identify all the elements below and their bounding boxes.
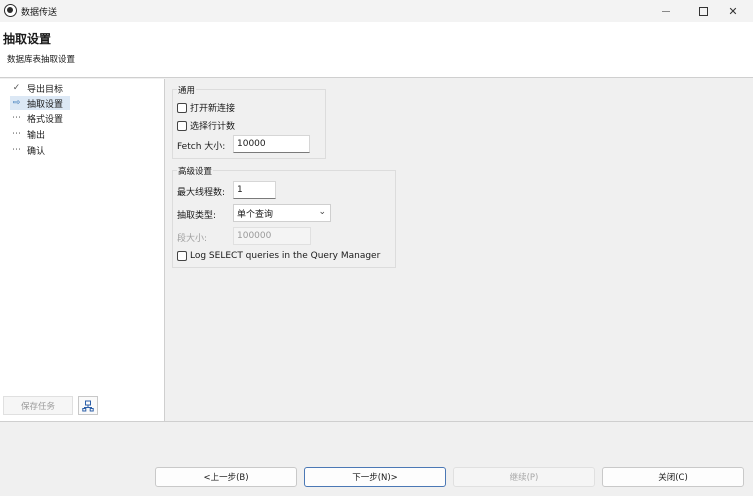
network-save-icon — [82, 400, 94, 411]
close-window-button[interactable]: ✕ — [713, 0, 753, 22]
wizard-steps-pane: ✓ 导出目标 ⇨ 抽取设置 ⋯ 格式设置 ⋯ 输出 ⋯ 确认 — [0, 79, 165, 421]
minimize-button[interactable] — [646, 0, 686, 22]
save-task-button[interactable]: 保存任务 — [3, 396, 73, 415]
close-icon: ✕ — [728, 4, 738, 18]
app-icon — [4, 4, 17, 17]
step-extract-settings[interactable]: ⇨ 抽取设置 — [10, 96, 70, 110]
max-threads-label: 最大线程数: — [177, 188, 226, 198]
ellipsis-icon: ⋯ — [12, 145, 21, 155]
proceed-button[interactable]: 继续(P) — [453, 467, 595, 487]
fetch-size-label: Fetch 大小: — [177, 142, 226, 152]
max-threads-input[interactable]: 1 — [233, 181, 276, 199]
arrow-right-icon: ⇨ — [12, 98, 21, 108]
wizard-header: 抽取设置 数据库表抽取设置 — [0, 22, 753, 78]
save-options-button[interactable] — [78, 396, 98, 415]
check-icon: ✓ — [12, 83, 21, 93]
step-output[interactable]: ⋯ 输出 — [10, 127, 70, 141]
extract-type-select[interactable]: 单个查询 ⌄ — [233, 204, 331, 222]
checkbox-box — [177, 102, 187, 113]
checkbox-label: Log SELECT queries in the Query Manager — [190, 251, 381, 261]
step-format-settings[interactable]: ⋯ 格式设置 — [10, 111, 70, 125]
step-label: 导出目标 — [27, 84, 64, 95]
segment-size-label: 段大小: — [177, 234, 208, 244]
title-bar: 数据传送 ✕ — [0, 0, 753, 22]
fetch-size-input[interactable]: 10000 — [233, 135, 310, 153]
window-title: 数据传送 — [21, 8, 58, 18]
close-button[interactable]: 关闭(C) — [602, 467, 744, 487]
select-row-count-checkbox[interactable]: 选择行计数 — [177, 119, 235, 132]
checkbox-box — [177, 120, 187, 131]
step-label: 输出 — [27, 130, 46, 141]
step-confirm[interactable]: ⋯ 确认 — [10, 143, 70, 157]
advanced-group-label: 高级设置 — [177, 165, 214, 177]
chevron-down-icon: ⌄ — [318, 207, 326, 217]
segment-size-input[interactable]: 100000 — [233, 227, 311, 245]
checkbox-box — [177, 251, 187, 261]
maximize-icon — [698, 6, 708, 16]
step-export-target[interactable]: ✓ 导出目标 — [10, 81, 70, 95]
checkbox-label: 打开新连接 — [190, 104, 236, 114]
minimize-icon — [662, 10, 670, 12]
page-subtitle: 数据库表抽取设置 — [7, 55, 76, 65]
extract-type-value: 单个查询 — [237, 209, 274, 220]
ellipsis-icon: ⋯ — [12, 113, 21, 123]
step-label: 格式设置 — [27, 114, 64, 125]
log-select-queries-checkbox[interactable]: Log SELECT queries in the Query Manager — [177, 251, 380, 261]
general-group-label: 通用 — [177, 84, 197, 96]
open-new-connection-checkbox[interactable]: 打开新连接 — [177, 101, 235, 114]
page-title: 抽取设置 — [3, 32, 52, 46]
checkbox-label: 选择行计数 — [190, 122, 236, 132]
next-button[interactable]: 下一步(N)> — [304, 467, 446, 487]
extract-type-label: 抽取类型: — [177, 211, 217, 221]
ellipsis-icon: ⋯ — [12, 129, 21, 139]
back-button[interactable]: <上一步(B) — [155, 467, 297, 487]
step-label: 抽取设置 — [27, 99, 64, 110]
step-label: 确认 — [27, 146, 46, 157]
